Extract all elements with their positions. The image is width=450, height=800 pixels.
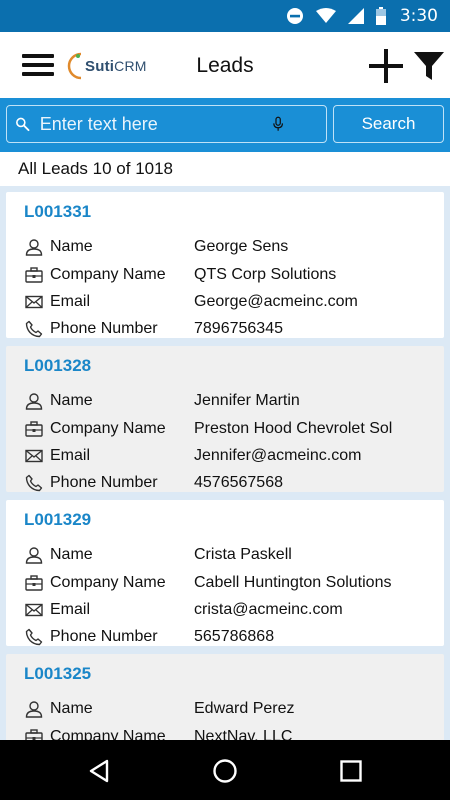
signal-icon (347, 8, 364, 24)
lead-field-company: Company Name Cabell Huntington Solutions (24, 572, 391, 594)
app-logo: SutiCRM (65, 44, 147, 88)
phone-icon (24, 627, 44, 647)
logo-text: SutiCRM (85, 57, 147, 75)
lead-field-email: Email Jennifer@acmeinc.com (24, 445, 361, 467)
logo-mark-icon (67, 52, 82, 80)
search-bar: Search (0, 98, 450, 152)
field-label: Name (50, 392, 93, 409)
field-value: Jennifer@acmeinc.com (194, 447, 362, 464)
briefcase-icon (24, 419, 44, 439)
status-bar: 3:30 (0, 0, 450, 32)
search-button[interactable]: Search (333, 105, 444, 143)
field-value: Edward Perez (194, 700, 295, 717)
field-value: crista@acmeinc.com (194, 601, 343, 618)
field-value: George@acmeinc.com (194, 293, 358, 310)
lead-field-phone: Phone Number 565786868 (24, 626, 274, 648)
lead-card[interactable]: L001331 Name George Sens Company Name QTS Co… (6, 192, 444, 338)
person-icon (24, 545, 44, 565)
lead-field-email: Email crista@acmeinc.com (24, 599, 343, 621)
lead-field-phone: Phone Number 7896756345 (24, 318, 283, 340)
lead-field-email: Email George@acmeinc.com (24, 291, 358, 313)
field-label: Email (50, 601, 91, 618)
phone-icon (24, 473, 44, 493)
field-label: Company Name (50, 574, 166, 591)
lead-card[interactable]: L001328 Name Jennifer Martin Company Name Pr… (6, 346, 444, 492)
lead-id[interactable]: L001325 (24, 664, 91, 684)
field-label: Name (50, 238, 93, 255)
lead-field-name: Name George Sens (24, 236, 288, 258)
search-icon (16, 117, 30, 132)
field-label: Company Name (50, 728, 166, 740)
person-icon (24, 391, 44, 411)
wifi-icon (315, 8, 336, 24)
field-label: Company Name (50, 266, 166, 283)
field-label: Phone Number (50, 474, 158, 491)
navigation-bar (0, 740, 450, 800)
leads-count: All Leads 10 of 1018 (0, 152, 450, 186)
lead-id[interactable]: L001329 (24, 510, 91, 530)
envelope-icon (24, 292, 44, 312)
lead-field-company: Company Name NextNav, LLC (24, 726, 292, 740)
briefcase-icon (24, 265, 44, 285)
lead-field-company: Company Name QTS Corp Solutions (24, 264, 336, 286)
envelope-icon (24, 600, 44, 620)
person-icon (24, 237, 44, 257)
lead-card[interactable]: L001325 Name Edward Perez Company Name NextN… (6, 654, 444, 740)
field-label: Phone Number (50, 628, 158, 645)
field-value: NextNav, LLC (194, 728, 293, 740)
field-label: Name (50, 700, 93, 717)
status-time: 3:30 (399, 6, 438, 26)
field-label: Company Name (50, 420, 166, 437)
microphone-icon[interactable] (272, 112, 284, 136)
envelope-icon (24, 446, 44, 466)
field-value: Cabell Huntington Solutions (194, 574, 392, 591)
field-value: Preston Hood Chevrolet Sol (194, 420, 393, 437)
home-icon[interactable] (212, 758, 238, 784)
lead-field-phone: Phone Number 4576567568 (24, 472, 283, 494)
lead-field-company: Company Name Preston Hood Chevrolet Sol (24, 418, 392, 440)
field-value: Crista Paskell (194, 546, 292, 563)
phone-icon (24, 319, 44, 339)
app-bar: SutiCRM Leads (0, 32, 450, 98)
briefcase-icon (24, 573, 44, 593)
lead-field-name: Name Edward Perez (24, 698, 295, 720)
battery-icon (375, 7, 386, 25)
lead-field-name: Name Jennifer Martin (24, 390, 300, 412)
add-icon[interactable] (369, 49, 403, 83)
lead-field-name: Name Crista Paskell (24, 544, 292, 566)
search-box[interactable] (6, 105, 327, 143)
field-value: 7896756345 (194, 320, 283, 337)
field-label: Phone Number (50, 320, 158, 337)
menu-icon[interactable] (22, 54, 54, 78)
lead-card[interactable]: L001329 Name Crista Paskell Company Name Cab… (6, 500, 444, 646)
leads-list[interactable]: L001331 Name George Sens Company Name QTS Co… (0, 186, 450, 740)
field-label: Email (50, 447, 91, 464)
field-value: Jennifer Martin (194, 392, 300, 409)
person-icon (24, 699, 44, 719)
field-label: Email (50, 293, 91, 310)
search-input[interactable] (39, 113, 272, 135)
lead-id[interactable]: L001331 (24, 202, 91, 222)
briefcase-icon (24, 727, 44, 740)
filter-icon[interactable] (414, 50, 444, 82)
field-label: Name (50, 546, 93, 563)
field-value: QTS Corp Solutions (194, 266, 337, 283)
lead-id[interactable]: L001328 (24, 356, 91, 376)
back-icon[interactable] (86, 758, 112, 784)
field-value: George Sens (194, 238, 289, 255)
recents-icon[interactable] (338, 758, 364, 784)
do-not-disturb-icon (286, 7, 304, 25)
field-value: 565786868 (194, 628, 275, 645)
field-value: 4576567568 (194, 474, 283, 491)
